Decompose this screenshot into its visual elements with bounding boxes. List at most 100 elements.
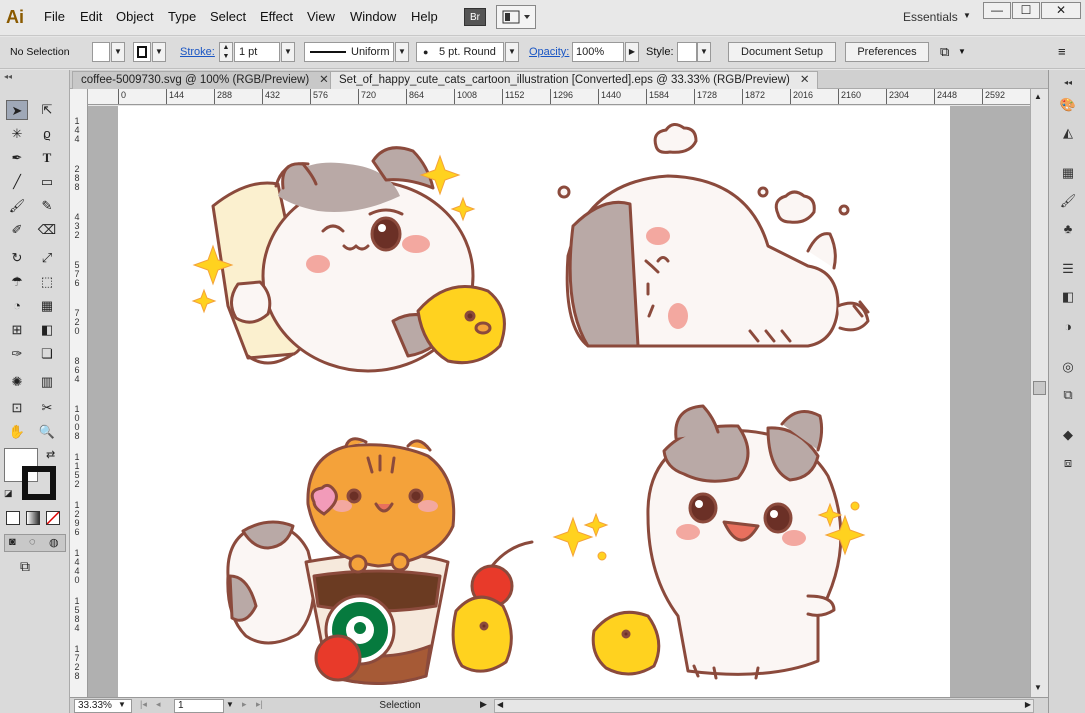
menu-object[interactable]: Object: [116, 9, 154, 24]
magic-wand-tool-icon[interactable]: ✳: [6, 124, 28, 144]
canvas-area[interactable]: [88, 106, 1030, 697]
graphic-styles-panel-icon[interactable]: ⧉: [1059, 386, 1077, 404]
blob-brush-tool-icon[interactable]: ✐: [6, 220, 28, 240]
workspace-switcher[interactable]: Essentials: [903, 10, 958, 24]
graphic-style-dropdown[interactable]: ▼: [697, 42, 711, 62]
paintbrush-tool-icon[interactable]: 🖌: [6, 196, 28, 216]
preferences-button[interactable]: Preferences: [845, 42, 929, 62]
stroke-weight-stepper[interactable]: ▲ ▼: [219, 42, 233, 62]
scroll-up-icon[interactable]: ▲: [1034, 92, 1042, 101]
free-transform-tool-icon[interactable]: ⬚: [36, 272, 58, 292]
arrange-objects-icon[interactable]: ⧉: [940, 44, 949, 60]
stroke-swatch[interactable]: [133, 42, 151, 62]
chevron-down-icon[interactable]: ▼: [963, 11, 971, 20]
chevron-down-icon[interactable]: ▼: [958, 47, 966, 56]
close-icon[interactable]: ✕: [800, 74, 810, 86]
draw-inside-icon[interactable]: ◍: [49, 536, 59, 549]
document-setup-button[interactable]: Document Setup: [728, 42, 836, 62]
artboard-number-field[interactable]: 1: [174, 699, 224, 713]
pencil-tool-icon[interactable]: ✎: [36, 196, 58, 216]
stroke-color-swatch[interactable]: [22, 466, 56, 500]
rotate-tool-icon[interactable]: ↻: [6, 248, 28, 268]
scale-tool-icon[interactable]: ⤢: [36, 248, 58, 268]
scroll-down-icon[interactable]: ▼: [1034, 683, 1042, 692]
menu-edit[interactable]: Edit: [80, 9, 102, 24]
warp-tool-icon[interactable]: ☂: [6, 272, 28, 292]
blend-tool-icon[interactable]: ❏: [36, 344, 58, 364]
scroll-right-icon[interactable]: ▶: [1025, 700, 1031, 709]
arrange-documents-button[interactable]: [496, 5, 536, 29]
none-mode-icon[interactable]: [46, 511, 60, 525]
maximize-button[interactable]: ☐: [1012, 2, 1040, 19]
opacity-panel-link[interactable]: Opacity:: [529, 46, 569, 58]
pen-tool-icon[interactable]: ✒: [6, 148, 28, 168]
appearance-panel-icon[interactable]: ◎: [1059, 358, 1077, 376]
menu-type[interactable]: Type: [168, 9, 196, 24]
last-artboard-icon[interactable]: ▸|: [256, 699, 263, 710]
eraser-tool-icon[interactable]: ⌫: [36, 220, 58, 240]
minimize-button[interactable]: —: [983, 2, 1011, 19]
status-menu-icon[interactable]: ▶: [480, 699, 487, 710]
artboard-tool-icon[interactable]: ⊡: [6, 398, 28, 418]
type-tool-icon[interactable]: T: [36, 148, 58, 168]
artboards-panel-icon[interactable]: ⧈: [1059, 454, 1077, 472]
zoom-tool-icon[interactable]: 🔍: [36, 422, 58, 442]
hand-tool-icon[interactable]: ✋: [6, 422, 28, 442]
stroke-weight-dropdown[interactable]: ▼: [281, 42, 295, 62]
horizontal-scrollbar[interactable]: ◀ ▶: [494, 699, 1034, 713]
screen-mode-icon[interactable]: ⧉: [20, 558, 30, 575]
tab-coffee-svg[interactable]: coffee-5009730.svg @ 100% (RGB/Preview) ✕: [72, 71, 338, 89]
scroll-thumb[interactable]: [1033, 381, 1046, 395]
brush-dropdown[interactable]: ▼: [505, 42, 519, 62]
stroke-panel-icon[interactable]: ☰: [1059, 260, 1077, 278]
shape-builder-tool-icon[interactable]: ◔: [6, 296, 28, 316]
next-artboard-icon[interactable]: ▸: [242, 699, 247, 710]
chevron-down-icon[interactable]: ▼: [118, 700, 126, 709]
slice-tool-icon[interactable]: ✂: [36, 398, 58, 418]
menu-file[interactable]: File: [44, 9, 65, 24]
draw-behind-icon[interactable]: ◌: [29, 536, 36, 548]
tab-cats-eps[interactable]: Set_of_happy_cute_cats_cartoon_illustrat…: [330, 71, 819, 89]
collapse-icon[interactable]: ◂◂: [4, 72, 12, 81]
brushes-panel-icon[interactable]: 🖌: [1059, 192, 1077, 210]
fill-swatch[interactable]: [92, 42, 110, 62]
expand-panels-icon[interactable]: ◂◂: [1059, 74, 1077, 92]
symbols-panel-icon[interactable]: ♣: [1059, 220, 1077, 238]
rectangle-tool-icon[interactable]: ▭: [36, 172, 58, 192]
direct-selection-tool-icon[interactable]: ⇱: [36, 100, 58, 120]
stroke-swatch-dropdown[interactable]: ▼: [152, 42, 166, 62]
menu-window[interactable]: Window: [350, 9, 396, 24]
graphic-style-swatch[interactable]: [677, 42, 697, 62]
mesh-tool-icon[interactable]: ⊞: [6, 320, 28, 340]
stroke-weight-field[interactable]: 1 pt: [234, 42, 280, 62]
menu-help[interactable]: Help: [411, 9, 438, 24]
chevron-down-icon[interactable]: ▼: [226, 700, 234, 709]
close-icon[interactable]: ✕: [319, 74, 329, 86]
column-graph-tool-icon[interactable]: ▥: [36, 372, 58, 392]
menu-select[interactable]: Select: [210, 9, 246, 24]
previous-artboard-icon[interactable]: ◂: [156, 699, 161, 710]
gradient-mode-icon[interactable]: [26, 511, 40, 525]
selection-tool-icon[interactable]: ➤: [6, 100, 28, 120]
variable-width-profile[interactable]: Uniform: [304, 42, 394, 62]
scroll-left-icon[interactable]: ◀: [497, 700, 503, 709]
color-guide-icon[interactable]: ◭: [1059, 124, 1077, 142]
close-button[interactable]: ✕: [1041, 2, 1081, 19]
menu-view[interactable]: View: [307, 9, 335, 24]
gradient-tool-icon[interactable]: ◧: [36, 320, 58, 340]
color-panel-icon[interactable]: 🎨: [1059, 96, 1077, 114]
fill-dropdown[interactable]: ▼: [111, 42, 125, 62]
color-mode-icon[interactable]: [6, 511, 20, 525]
vertical-scrollbar[interactable]: ▲ ▼: [1030, 89, 1048, 697]
brush-definition[interactable]: ● 5 pt. Round: [416, 42, 504, 62]
eyedropper-tool-icon[interactable]: ✑: [6, 344, 28, 364]
first-artboard-icon[interactable]: |◂: [140, 699, 147, 710]
perspective-grid-tool-icon[interactable]: ▦: [36, 296, 58, 316]
menu-effect[interactable]: Effect: [260, 9, 293, 24]
symbol-sprayer-tool-icon[interactable]: ✺: [6, 372, 28, 392]
profile-dropdown[interactable]: ▼: [395, 42, 409, 62]
default-colors-icon[interactable]: ◪: [4, 488, 13, 499]
lasso-tool-icon[interactable]: ϱ: [36, 124, 58, 144]
stroke-panel-link[interactable]: Stroke:: [180, 46, 215, 58]
transparency-panel-icon[interactable]: ◑: [1059, 318, 1077, 336]
